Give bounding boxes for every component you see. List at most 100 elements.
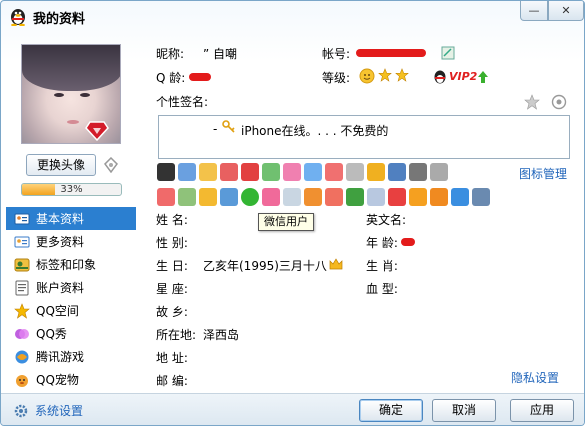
pet-badge-icon[interactable] bbox=[220, 163, 238, 181]
sidebar-item-label: 标签和印象 bbox=[36, 258, 97, 272]
name-label: 姓 名: bbox=[156, 213, 188, 227]
apply-button[interactable]: 应用 bbox=[510, 399, 574, 422]
media-icon[interactable] bbox=[430, 163, 448, 181]
gift-icon[interactable] bbox=[367, 163, 385, 181]
qq-show-icon bbox=[15, 328, 29, 339]
system-settings-label: 系统设置 bbox=[35, 404, 84, 418]
qq-age-redaction bbox=[189, 73, 211, 81]
mail-icon[interactable] bbox=[178, 163, 196, 181]
pet-icon bbox=[16, 374, 28, 387]
level-label: 等级: bbox=[322, 71, 351, 85]
star-level-icon bbox=[395, 68, 409, 82]
phone-icon[interactable] bbox=[346, 163, 364, 181]
show-icon[interactable] bbox=[283, 163, 301, 181]
hometown-label: 故 乡: bbox=[156, 305, 188, 319]
star-add-icon[interactable] bbox=[524, 94, 540, 110]
heart-icon[interactable] bbox=[241, 163, 259, 181]
clover-icon[interactable] bbox=[346, 188, 364, 206]
vip-badge[interactable]: VIP2 bbox=[449, 70, 477, 83]
cancel-button[interactable]: 取消 bbox=[432, 399, 496, 422]
game-badge-icon[interactable] bbox=[325, 163, 343, 181]
minimize-icon: — bbox=[528, 4, 540, 17]
computer-icon[interactable] bbox=[388, 163, 406, 181]
account-redaction bbox=[356, 49, 426, 57]
icon-manage-link[interactable]: 图标管理 bbox=[519, 165, 567, 182]
calendar-icon[interactable] bbox=[409, 163, 427, 181]
sidebar-item-label: 更多资料 bbox=[36, 235, 85, 249]
qzone-star-icon bbox=[14, 302, 30, 319]
nickname-label: 昵称: bbox=[156, 47, 185, 61]
english-name-label: 英文名: bbox=[366, 213, 407, 227]
privacy-settings-link[interactable]: 隐私设置 bbox=[511, 369, 559, 386]
sun-icon[interactable] bbox=[430, 188, 448, 206]
sidebar-item-account[interactable]: 账户资料 bbox=[6, 276, 136, 299]
star-level-icon bbox=[378, 68, 392, 82]
avatar-eye-right bbox=[80, 93, 90, 97]
coin-icon[interactable] bbox=[304, 188, 322, 206]
star-badge-icon[interactable] bbox=[199, 188, 217, 206]
heart-badge-icon[interactable] bbox=[199, 163, 217, 181]
more-info-icon bbox=[14, 236, 30, 247]
share-icon[interactable] bbox=[551, 94, 567, 110]
orange-icon[interactable] bbox=[409, 188, 427, 206]
change-avatar-button[interactable]: 更换头像 bbox=[26, 154, 96, 176]
sidebar-item-more-info[interactable]: 更多资料 bbox=[6, 230, 136, 253]
avatar[interactable] bbox=[21, 44, 121, 144]
envelope-icon[interactable] bbox=[367, 188, 385, 206]
qq-penguin-icon[interactable] bbox=[157, 163, 175, 181]
footer-bar: 系统设置 确定 取消 应用 bbox=[1, 393, 584, 425]
hat-icon[interactable] bbox=[325, 188, 343, 206]
basic-info-panel: 昵称: ” 自嘲 帐号: Q 龄: 等级: VIP2 个性签名: - iPhon… bbox=[141, 31, 584, 393]
camera-icon[interactable] bbox=[103, 157, 119, 173]
sidebar-item-qzone[interactable]: QQ空间 bbox=[6, 299, 136, 322]
crown-icon bbox=[329, 258, 343, 270]
edit-icon[interactable] bbox=[441, 46, 455, 60]
account-icon bbox=[15, 280, 29, 295]
gear-icon bbox=[14, 404, 28, 417]
age-redaction bbox=[401, 238, 415, 246]
signature-text: iPhone在线。. . . 不免费的 bbox=[241, 124, 389, 138]
birthday-label: 生 日: bbox=[156, 259, 188, 273]
gender-label: 性 别: bbox=[156, 236, 188, 250]
music-icon[interactable] bbox=[262, 163, 280, 181]
browser-icon[interactable] bbox=[451, 188, 469, 206]
close-button[interactable]: ✕ bbox=[548, 1, 584, 21]
sidebar-item-label: 腾讯游戏 bbox=[36, 350, 85, 364]
status-icons-row-1 bbox=[157, 163, 448, 183]
minimize-button[interactable]: — bbox=[520, 1, 548, 21]
signature-prefix: - bbox=[213, 122, 218, 136]
love-icon[interactable] bbox=[157, 188, 175, 206]
age-label: 年 龄: bbox=[366, 236, 398, 250]
close-icon: ✕ bbox=[561, 4, 571, 17]
space-icon[interactable] bbox=[304, 163, 322, 181]
id-card-icon bbox=[14, 213, 30, 224]
sidebar-item-label: QQ秀 bbox=[36, 327, 67, 341]
search-badge-icon[interactable] bbox=[220, 188, 238, 206]
red-box-icon[interactable] bbox=[388, 188, 406, 206]
signature-box[interactable]: - iPhone在线。. . . 不免费的 bbox=[158, 115, 570, 159]
left-panel: 更换头像 33% 基本资料 更多资料 标签和印象 账户资料 QQ空间 QQ秀 腾… bbox=[1, 31, 141, 393]
screen-icon[interactable] bbox=[472, 188, 490, 206]
ok-button[interactable]: 确定 bbox=[359, 399, 423, 422]
sidebar-item-qq-show[interactable]: QQ秀 bbox=[6, 322, 136, 345]
constellation-label: 星 座: bbox=[156, 282, 188, 296]
wechat-icon[interactable] bbox=[241, 188, 259, 206]
system-settings-link[interactable]: 系统设置 bbox=[13, 402, 83, 419]
title-bar[interactable]: 我的资料 — ✕ bbox=[1, 1, 584, 31]
heart-diamond-icon bbox=[85, 121, 109, 141]
zodiac-label: 生 肖: bbox=[366, 259, 398, 273]
friend-icon[interactable] bbox=[283, 188, 301, 206]
status-icons-row-2 bbox=[157, 188, 490, 208]
nickname-value: ” 自嘲 bbox=[203, 47, 238, 61]
sidebar-item-tags[interactable]: 标签和印象 bbox=[6, 253, 136, 276]
sidebar-item-games[interactable]: 腾讯游戏 bbox=[6, 345, 136, 368]
account-label: 帐号: bbox=[322, 47, 351, 61]
sidebar-item-pet[interactable]: QQ宠物 bbox=[6, 368, 136, 391]
arrow-up-icon bbox=[478, 71, 488, 83]
qq-penguin-icon bbox=[11, 9, 25, 26]
photo-icon[interactable] bbox=[262, 188, 280, 206]
sidebar-item-basic-info[interactable]: 基本资料 bbox=[6, 207, 136, 230]
note-icon[interactable] bbox=[178, 188, 196, 206]
sidebar-item-label: 基本资料 bbox=[36, 212, 85, 226]
location-label: 所在地: bbox=[156, 328, 197, 342]
